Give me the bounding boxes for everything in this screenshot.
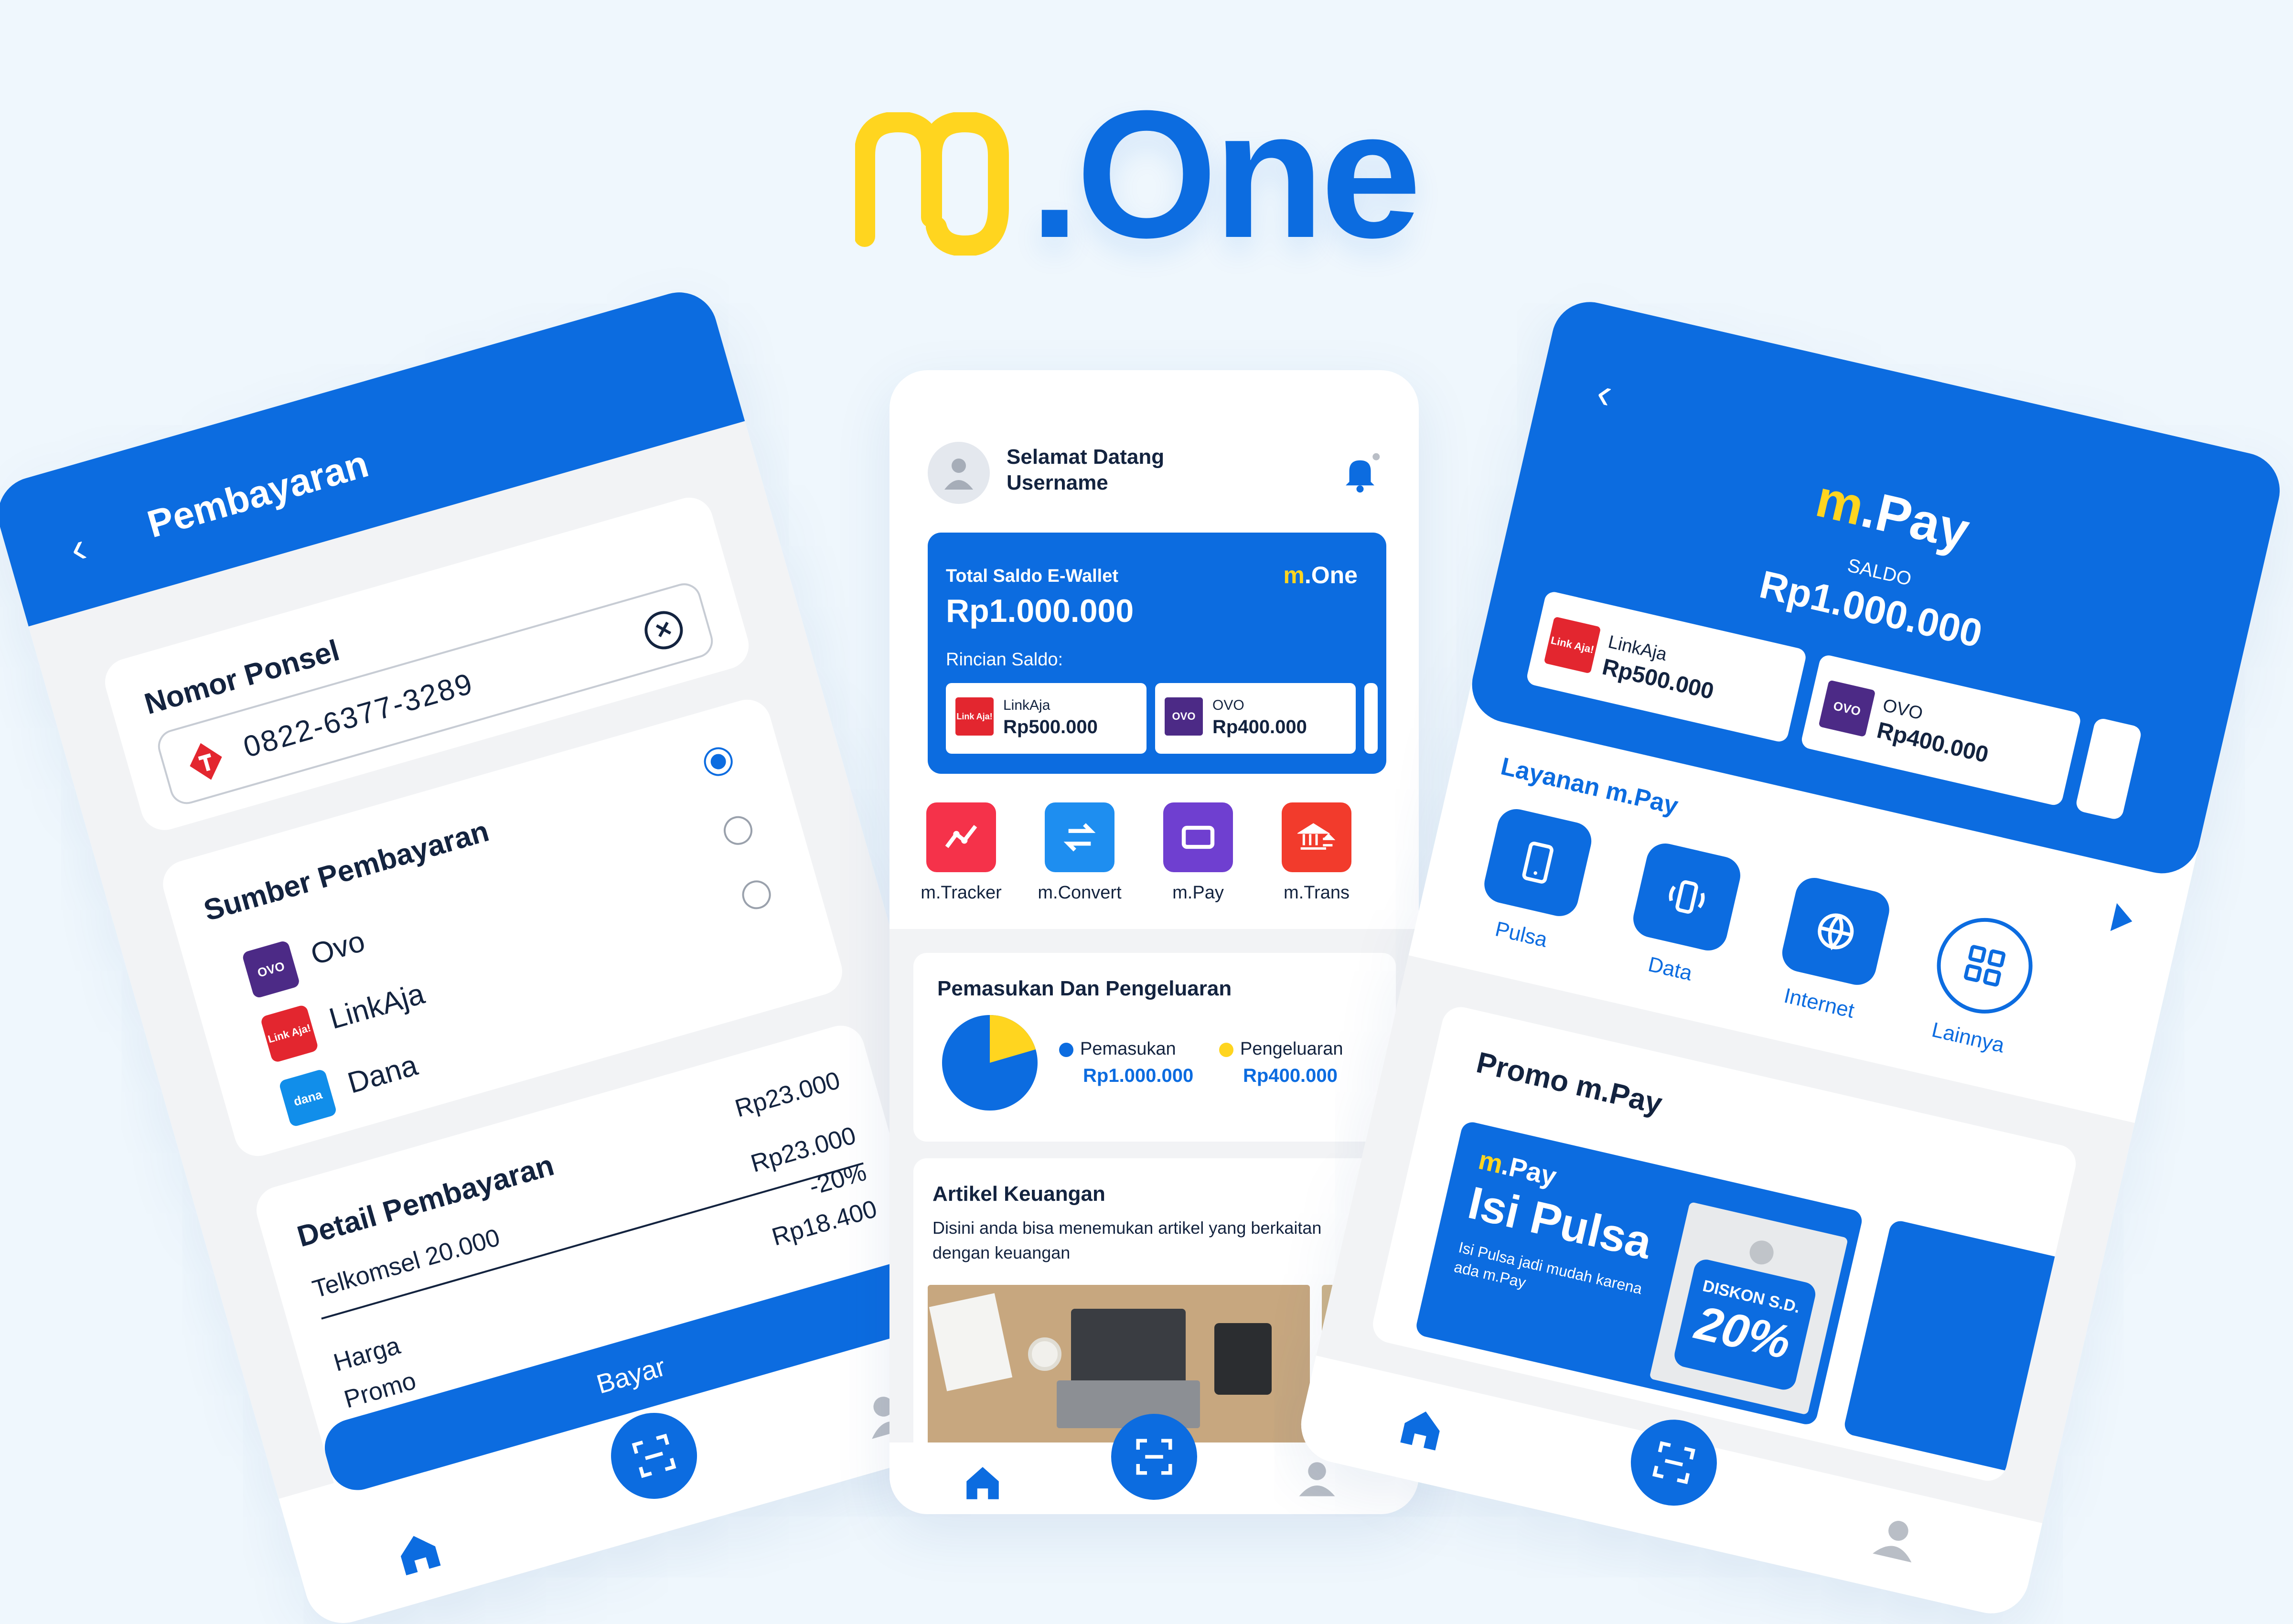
- balance-card-ovo[interactable]: OVO OVO Rp400.000: [1800, 653, 2082, 807]
- linkaja-icon: Link Aja!: [955, 697, 994, 736]
- page-title: Pembayaran: [142, 442, 373, 546]
- bank-transfer-icon: [1282, 802, 1351, 872]
- home-icon[interactable]: [389, 1524, 448, 1583]
- expense-value: Rp400.000: [1243, 1065, 1338, 1086]
- service-internet[interactable]: Internet: [1760, 872, 1902, 1028]
- phone-pembayaran: ‹ Pembayaran Nomor Ponsel 0822-6377-3289…: [0, 283, 1033, 1624]
- card-title: Pemasukan Dan Pengeluaran: [937, 977, 1232, 1000]
- ovo-icon: OVO: [1165, 697, 1203, 736]
- article-title: Artikel Keuangan: [932, 1182, 1105, 1206]
- globe-icon: [1778, 874, 1893, 989]
- card-name: OVO: [1212, 697, 1244, 713]
- discount-badge: DISKON S.D. 20%: [1672, 1257, 1818, 1392]
- feature-label: m.Tracker: [921, 883, 1002, 903]
- wallet-amount: Rp1.000.000: [946, 593, 1134, 629]
- ovo-icon: OVO: [1818, 680, 1876, 737]
- signal-icon: [1629, 840, 1744, 954]
- profile-icon[interactable]: [1296, 1457, 1339, 1500]
- card-name: LinkAja: [1003, 697, 1050, 713]
- income-expense-card[interactable]: Pemasukan Dan Pengeluaran Pemasukan Rp1.…: [913, 953, 1396, 1142]
- clear-icon[interactable]: ×: [640, 606, 687, 654]
- linkaja-icon: Link Aja!: [1543, 616, 1601, 674]
- tracker-icon: [926, 802, 996, 872]
- grid-icon: [1927, 908, 2042, 1023]
- breakdown-label: Rincian Saldo:: [946, 650, 1063, 670]
- convert-icon: [1045, 802, 1114, 872]
- app-logo: .One: [855, 84, 1443, 265]
- option-label: LinkAja: [325, 977, 429, 1036]
- dana-icon: dana: [278, 1068, 338, 1128]
- detail-label: Detail Pembayaran: [293, 1148, 558, 1254]
- scan-button[interactable]: [1111, 1414, 1197, 1500]
- balance-card-linkaja[interactable]: Link Aja! LinkAja Rp500.000: [946, 683, 1146, 754]
- service-lainnya[interactable]: Lainnya: [1909, 906, 2051, 1062]
- item-price: Rp23.000: [732, 1066, 844, 1123]
- linkaja-icon: Link Aja!: [260, 1004, 319, 1063]
- triangle-right-icon[interactable]: [2110, 903, 2136, 936]
- balance-card-more[interactable]: [1364, 683, 1378, 754]
- profile-icon[interactable]: [1868, 1510, 1925, 1567]
- article-description: Disini anda bisa menemukan artikel yang …: [932, 1218, 1322, 1262]
- scan-icon: [632, 1433, 676, 1478]
- service-label: Data: [1646, 952, 1695, 985]
- chevron-left-icon[interactable]: ‹: [1592, 368, 1617, 419]
- radio-dana[interactable]: [739, 877, 774, 913]
- feature-tracker[interactable]: m.Tracker: [909, 802, 1014, 903]
- pay-icon: [1163, 802, 1233, 872]
- logo-m-mark: [855, 112, 1009, 256]
- option-label: Ovo: [307, 924, 369, 972]
- service-label: Internet: [1781, 983, 1857, 1023]
- row-total-value: Rp18.400: [769, 1195, 880, 1251]
- greeting-text: Selamat Datang: [1007, 445, 1165, 469]
- service-data[interactable]: Data: [1612, 838, 1754, 994]
- wallet-card: Total Saldo E-Wallet Rp1.000.000 m.One R…: [928, 533, 1386, 774]
- feature-label: m.Pay: [1172, 883, 1224, 903]
- user-icon: [944, 459, 973, 490]
- balance-card-linkaja[interactable]: Link Aja! LinkAja Rp500.000: [1525, 590, 1808, 744]
- option-label: Dana: [344, 1048, 421, 1100]
- pie-chart: [942, 1015, 1038, 1111]
- greeting: Selamat Datang Username: [1007, 444, 1164, 496]
- radio-ovo[interactable]: [700, 744, 736, 780]
- card-amount: Rp400.000: [1212, 716, 1307, 737]
- wallet-logo: m.One: [1283, 562, 1358, 588]
- row-harga-label: Harga: [330, 1332, 404, 1377]
- legend-expense: Pengeluaran: [1219, 1039, 1343, 1059]
- feature-label: m.Trans: [1284, 883, 1350, 903]
- username: Username: [1007, 471, 1108, 494]
- logo-text: .One: [1029, 73, 1422, 276]
- avatar[interactable]: [928, 442, 990, 504]
- bell-icon[interactable]: [1339, 451, 1382, 494]
- telkomsel-icon: [190, 743, 222, 780]
- row-promo-value: -20%: [806, 1158, 870, 1201]
- discount-tag: DISKON S.D. 20%: [1649, 1201, 1848, 1415]
- card-amount: Rp400.000: [1874, 717, 1991, 768]
- balance-card-ovo[interactable]: OVO OVO Rp400.000: [1155, 683, 1356, 754]
- service-label: Lainnya: [1929, 1018, 2007, 1058]
- pin-icon: [1747, 1238, 1776, 1267]
- feature-trans[interactable]: m.Trans: [1264, 802, 1369, 903]
- home-icon[interactable]: [1393, 1400, 1450, 1458]
- income-value: Rp1.000.000: [1083, 1065, 1194, 1086]
- home-icon[interactable]: [961, 1462, 1004, 1505]
- phone-icon: [1480, 805, 1596, 920]
- service-label: Pulsa: [1493, 917, 1550, 952]
- ovo-icon: OVO: [241, 940, 301, 999]
- card-amount: Rp500.000: [1003, 716, 1098, 737]
- feature-pay[interactable]: m.Pay: [1146, 802, 1251, 903]
- radio-linkaja[interactable]: [720, 812, 756, 848]
- chevron-left-icon[interactable]: ‹: [64, 523, 92, 574]
- scan-icon: [1136, 1439, 1172, 1475]
- scan-icon: [1652, 1441, 1695, 1485]
- phone-mpay: ‹ m.Pay SALDO Rp1.000.000 Link Aja! Link…: [1293, 294, 2288, 1621]
- balance-card-more[interactable]: [2074, 717, 2143, 821]
- legend-income: Pemasukan: [1059, 1039, 1176, 1059]
- wallet-label: Total Saldo E-Wallet: [946, 566, 1119, 586]
- promo-title: Promo m.Pay: [1473, 1046, 1665, 1121]
- feature-convert[interactable]: m.Convert: [1027, 802, 1132, 903]
- feature-label: m.Convert: [1038, 883, 1122, 903]
- service-pulsa[interactable]: Pulsa: [1463, 803, 1605, 960]
